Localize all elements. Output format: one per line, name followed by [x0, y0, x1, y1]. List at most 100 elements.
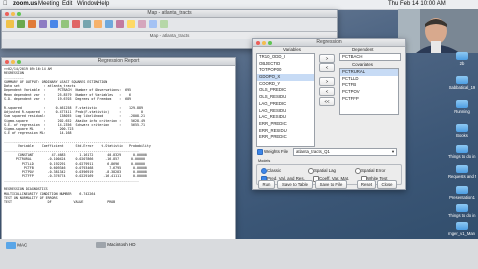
- desktop-icon-label: Things to do in February: [448, 213, 476, 218]
- variable-list-item[interactable]: GDOPO_X: [257, 74, 314, 81]
- folder-icon: [456, 186, 468, 194]
- variable-list-item[interactable]: COORD_Y: [257, 81, 314, 88]
- move-dependent-left-button[interactable]: <: [319, 63, 335, 72]
- folder-icon: [456, 100, 468, 108]
- variable-list-item[interactable]: ERR_RESIDU: [257, 128, 314, 135]
- variable-list-item[interactable]: OLS_RESIDU: [257, 94, 314, 101]
- moran-scatter-icon[interactable]: [127, 20, 135, 28]
- weights-file-checkbox[interactable]: [257, 149, 263, 155]
- mac-folder[interactable]: MAC: [6, 242, 46, 249]
- variable-list-item[interactable]: TOTPOP00: [257, 67, 314, 74]
- models-label: Models: [258, 159, 271, 163]
- weights-file-label: Weights File: [264, 149, 289, 154]
- lisa-icon[interactable]: [138, 20, 146, 28]
- desktop-icon-label: Presentation1: [449, 195, 475, 200]
- map-window-title: Map - atlanta_tracts: [147, 10, 192, 16]
- connectivity-histogram-icon[interactable]: [50, 20, 58, 28]
- geoda-toolbar: [2, 18, 337, 32]
- macintosh-hd[interactable]: Macintosh HD: [96, 242, 166, 248]
- run-button[interactable]: Run: [258, 180, 275, 189]
- add-covariate-button[interactable]: >: [319, 77, 335, 86]
- weights-file-select[interactable]: atlanta_tracts_Q1 ▾: [293, 148, 397, 156]
- desktop-icon[interactable]: Running: [448, 100, 476, 114]
- close-button[interactable]: Close: [377, 180, 397, 189]
- zoom-video-thumbnail[interactable]: [398, 9, 478, 53]
- variable-list-item[interactable]: LAG_PREDIC: [257, 101, 314, 108]
- regression-body: Variables Dependent TR10_ODD_I OBJECTID TO…: [253, 47, 405, 189]
- macintosh-hd-label: Macintosh HD: [107, 242, 136, 248]
- desktop-icon[interactable]: Sabbatical_19: [448, 76, 476, 90]
- menubar-clock[interactable]: Thu Feb 14 10:00 AM: [388, 0, 446, 9]
- menu-app-name[interactable]: zoom.us: [13, 0, 37, 9]
- folder-icon: [456, 76, 468, 84]
- desktop-icon[interactable]: 2b: [448, 52, 476, 66]
- hard-drive-icon: [96, 242, 106, 248]
- covariates-label: Covariates: [352, 62, 373, 67]
- regression-dialog[interactable]: Regression Variables Dependent TR10_ODD_…: [252, 38, 406, 190]
- menu-edit[interactable]: Edit: [62, 0, 72, 9]
- dependent-field[interactable]: PCTBACH: [339, 53, 401, 61]
- box-plot-icon[interactable]: [105, 20, 113, 28]
- variables-list[interactable]: TR10_ODD_I OBJECTID TOTPOP00 GDOPO_X COORD_Y…: [256, 53, 315, 147]
- report-text-area[interactable]: >>02/14/2019 09:16:14 AM REGRESSION ------…: [4, 67, 233, 240]
- report-line: TEST DF VALUE PROB: [4, 200, 116, 205]
- save-to-table-button[interactable]: Save to Table: [277, 180, 313, 189]
- desktop-icon-label: Requests and More...es 2019: [448, 174, 476, 179]
- desktop-icon[interactable]: Presentation1: [448, 186, 476, 200]
- histogram-icon[interactable]: [83, 20, 91, 28]
- variable-list-item[interactable]: TR10_ODD_I: [257, 54, 314, 61]
- remove-all-covariates-button[interactable]: <<: [319, 97, 335, 106]
- classic-label: Classic: [267, 168, 282, 173]
- variable-list-item[interactable]: LAG_RESIDU: [257, 108, 314, 115]
- map-window-titlebar: Map - atlanta_tracts: [2, 10, 337, 18]
- reset-button[interactable]: Reset: [357, 180, 376, 189]
- covariate-list-item[interactable]: PCTRURAL: [340, 69, 398, 76]
- desktop-icon-label: Books: [456, 133, 468, 138]
- covariate-list-item[interactable]: PCTLLD: [340, 76, 398, 83]
- dependent-label: Dependent: [352, 47, 374, 52]
- finder-drive-strip: MAC Macintosh HD: [0, 239, 478, 269]
- regression-report-window[interactable]: Regression Report >>02/14/2019 09:16:14 …: [1, 57, 236, 241]
- variable-list-item[interactable]: ERR_PREDIC: [257, 121, 314, 128]
- apple-icon[interactable]: : [3, 0, 8, 9]
- desktop-icon-label: Things to do in January: [448, 154, 476, 159]
- menu-meeting[interactable]: Meeting: [38, 0, 59, 9]
- variable-list-item[interactable]: OLS_PREDIC: [257, 87, 314, 94]
- covariate-list-item[interactable]: PCTFB: [340, 82, 398, 89]
- desktop-icon-label: 2b: [459, 61, 465, 66]
- regression-titlebar: Regression: [253, 39, 405, 47]
- variable-list-item[interactable]: ERR_PREDIC: [257, 134, 314, 141]
- menu-window[interactable]: Window: [77, 0, 98, 9]
- map-themes-icon[interactable]: [61, 20, 69, 28]
- covariates-list[interactable]: PCTRURAL PCTLLD PCTFB PCTPOV PCTFFP: [339, 68, 399, 115]
- desktop-icon[interactable]: Things to do in February: [448, 204, 476, 218]
- regression-title: Regression: [316, 39, 342, 45]
- remove-covariate-button[interactable]: <: [319, 87, 335, 96]
- time-editor-icon[interactable]: [160, 20, 168, 28]
- table-icon[interactable]: [28, 20, 36, 28]
- folder-icon: [456, 222, 468, 230]
- desktop-icon[interactable]: Requests and More...es 2019: [448, 165, 476, 179]
- covariate-list-item[interactable]: PCTPOV: [340, 89, 398, 96]
- desktop-icon[interactable]: Things to do in January: [448, 145, 476, 159]
- close-file-icon[interactable]: [17, 20, 25, 28]
- regression-icon[interactable]: [149, 20, 157, 28]
- parallel-coordinate-icon[interactable]: [116, 20, 124, 28]
- cartogram-icon[interactable]: [72, 20, 80, 28]
- save-to-file-button[interactable]: Save to File: [315, 180, 347, 189]
- variable-list-item[interactable]: OBJECTID: [257, 61, 314, 68]
- weights-manager-icon[interactable]: [39, 20, 47, 28]
- covariate-list-item[interactable]: PCTFFP: [340, 96, 398, 103]
- variable-list-item[interactable]: LAC_RESIDU: [257, 114, 314, 121]
- folder-icon: [456, 124, 468, 132]
- desktop-icon[interactable]: rnger_v1_Man uscript: [448, 222, 476, 236]
- open-file-icon[interactable]: [6, 20, 14, 28]
- move-dependent-right-button[interactable]: >: [319, 54, 335, 63]
- desktop-icon[interactable]: Books: [448, 124, 476, 138]
- folder-icon: [456, 52, 468, 60]
- scatter-plot-icon[interactable]: [94, 20, 102, 28]
- desktop-icon-label: Running: [454, 109, 470, 114]
- menu-help[interactable]: Help: [97, 0, 109, 9]
- variables-label: Variables: [283, 47, 301, 52]
- spatial-lag-label: Spatial Lag: [314, 168, 336, 173]
